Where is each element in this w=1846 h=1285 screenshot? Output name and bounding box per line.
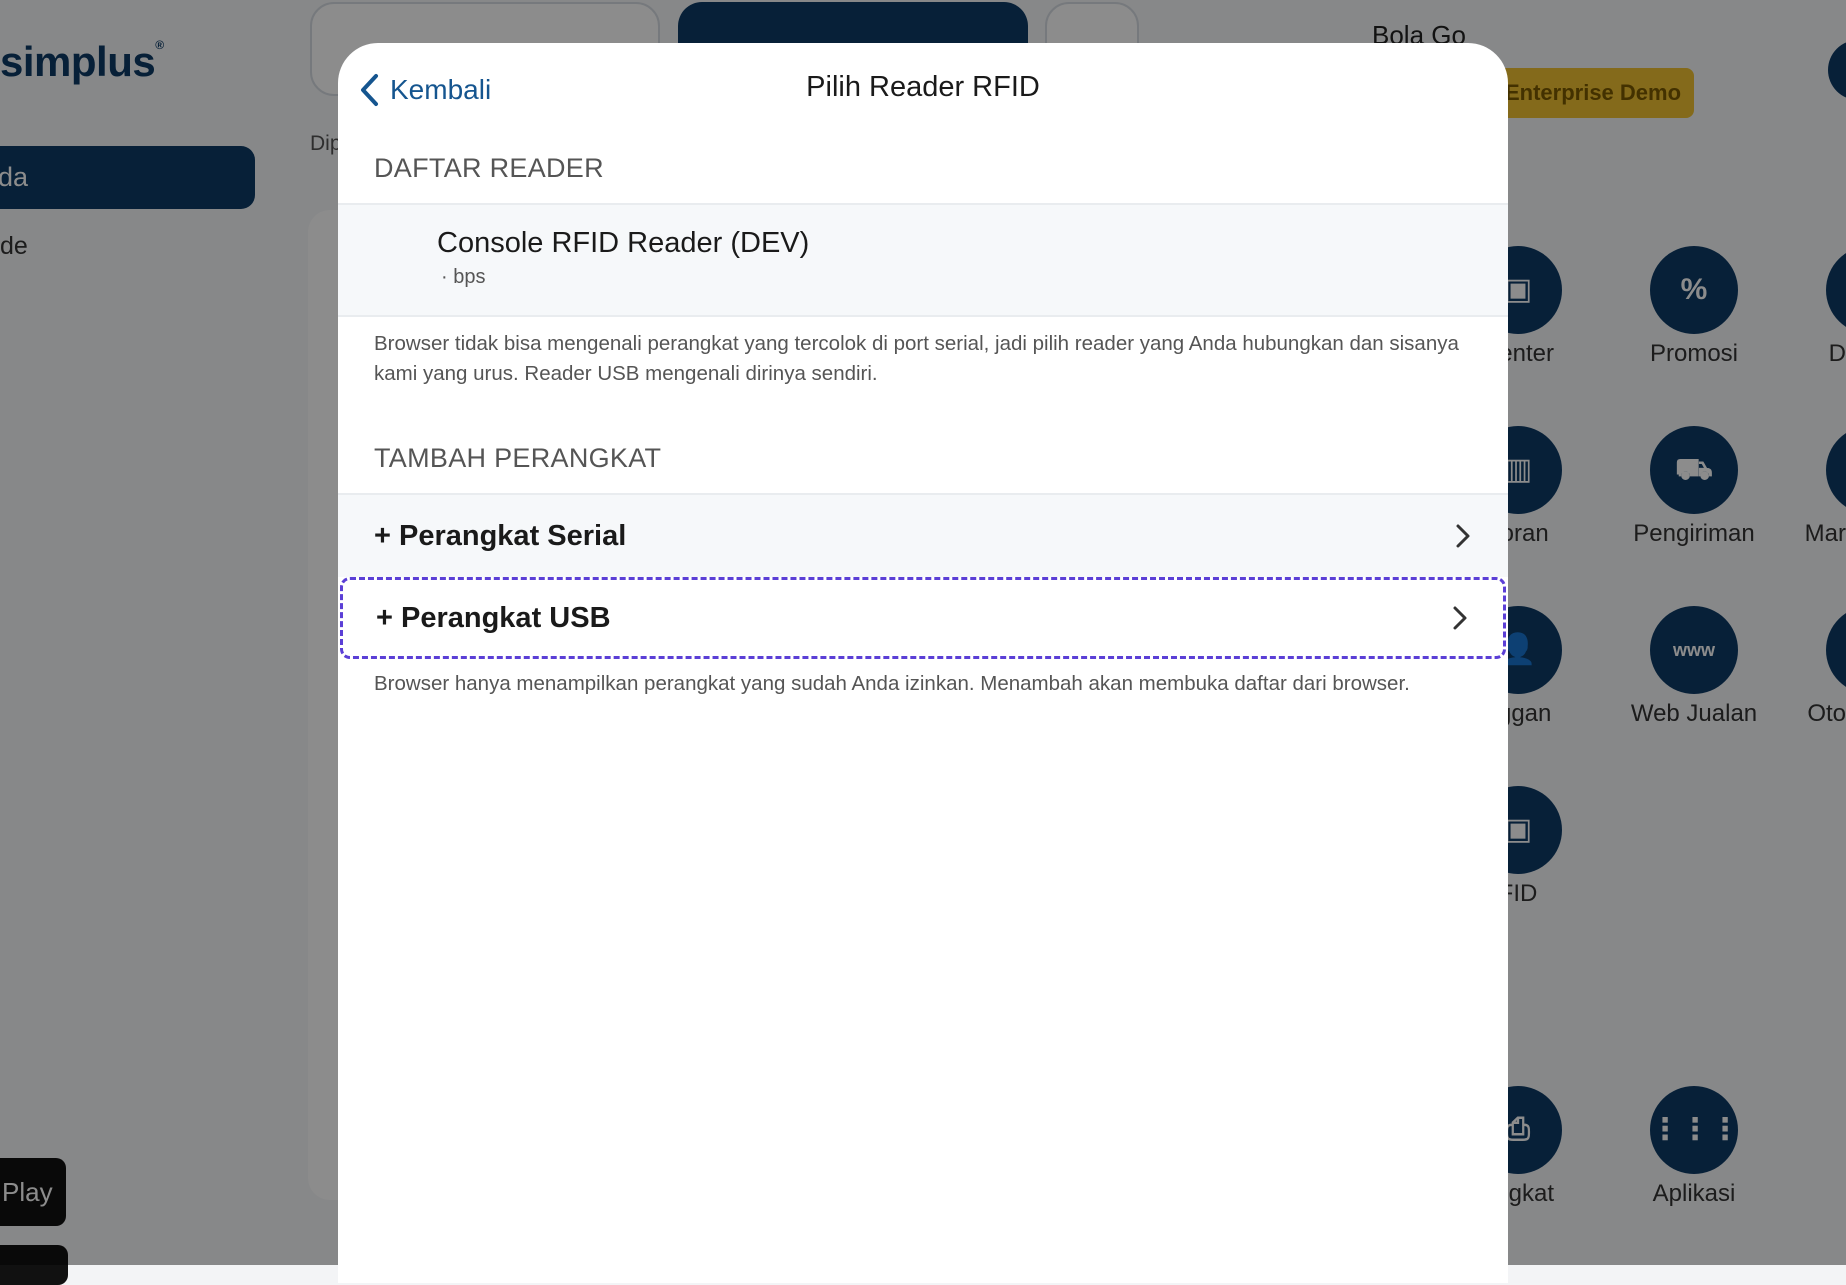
- add-device-help-text: Browser hanya menampilkan perangkat yang…: [374, 672, 1410, 695]
- reader-name: Console RFID Reader (DEV): [437, 227, 810, 259]
- reader-baud-rate: · bps: [441, 266, 486, 288]
- reader-item[interactable]: Console RFID Reader (DEV) · bps: [338, 205, 1508, 317]
- add-device-header: TAMBAH PERANGKAT: [338, 423, 1508, 495]
- add-usb-device-button[interactable]: + Perangkat USB: [340, 577, 1506, 659]
- modal-title: Pilih Reader RFID: [806, 71, 1040, 103]
- add-usb-device-label: + Perangkat USB: [376, 601, 611, 634]
- reader-list-header: DAFTAR READER: [338, 133, 1508, 205]
- reader-help-text: Browser tidak bisa mengenali perangkat y…: [374, 332, 1459, 385]
- modal-header: Kembali Pilih Reader RFID: [338, 43, 1508, 133]
- chevron-right-icon: [1456, 524, 1470, 548]
- add-serial-device-button[interactable]: + Perangkat Serial: [338, 495, 1508, 577]
- select-rfid-reader-modal: Kembali Pilih Reader RFID DAFTAR READER …: [338, 43, 1508, 1283]
- chevron-right-icon: [1453, 606, 1467, 630]
- add-serial-device-label: + Perangkat Serial: [374, 519, 627, 552]
